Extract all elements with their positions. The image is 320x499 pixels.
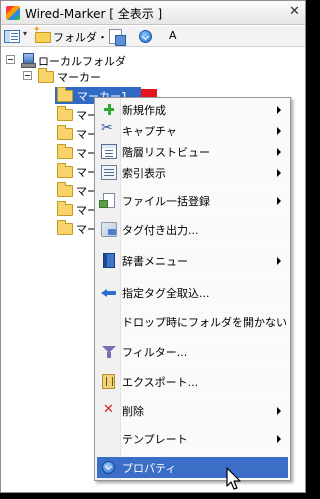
menu-separator: [123, 306, 288, 307]
tree-node-child[interactable]: マー: [1, 106, 101, 123]
tag-import-icon: [101, 285, 117, 300]
menu-item-label: キャプチャ: [122, 125, 177, 138]
wired-marker-logo-icon: [6, 6, 20, 20]
submenu-arrow-icon: [277, 148, 281, 156]
folder-menu-button[interactable]: フォルダ・: [53, 29, 108, 45]
tag-output-icon: [101, 222, 117, 237]
new-folder-icon[interactable]: [33, 25, 51, 43]
menu-item-export[interactable]: エクスポート...: [97, 371, 288, 392]
title-bar[interactable]: Wired-Marker [ 全表示 ] ✕: [1, 1, 305, 25]
tree-node-child[interactable]: マー: [1, 144, 101, 161]
menu-separator: [123, 214, 288, 215]
submenu-arrow-icon: [277, 257, 281, 265]
computer-icon: [21, 53, 36, 68]
menu-item-file-batch-register[interactable]: ファイル一括登録: [97, 190, 288, 211]
folder-icon: [57, 144, 73, 159]
folder-icon: [57, 201, 73, 216]
folder-icon: [57, 220, 73, 235]
menu-separator: [123, 244, 288, 245]
menu-separator: [123, 452, 288, 453]
tree-node-child[interactable]: マー: [1, 220, 101, 237]
menu-item-label: 削除: [122, 405, 144, 418]
folder-icon: [57, 87, 73, 102]
menu-item-filter[interactable]: フィルター...: [97, 341, 288, 362]
folder-icon: [57, 182, 73, 197]
submenu-arrow-icon: [277, 106, 281, 114]
plus-icon: [101, 102, 117, 117]
export-icon: [102, 374, 115, 389]
menu-item-label: 辞書メニュー: [122, 255, 188, 268]
menu-item-label: 新規作成: [122, 104, 166, 117]
menu-separator: [123, 186, 288, 187]
submenu-arrow-icon: [277, 169, 281, 177]
properties-icon: [102, 461, 115, 474]
document-icon[interactable]: [109, 29, 126, 46]
menu-item-index-view[interactable]: 索引表示: [97, 162, 288, 183]
menu-separator: [123, 366, 288, 367]
tree-node-child[interactable]: マー: [1, 163, 101, 180]
folder-icon: [57, 125, 73, 140]
mouse-cursor-icon: [226, 467, 241, 490]
tree-node-child[interactable]: マー: [1, 201, 101, 218]
collapse-icon[interactable]: [23, 71, 32, 80]
collapse-icon[interactable]: [6, 55, 15, 64]
tree-node-label: マーカー: [57, 71, 101, 84]
close-icon[interactable]: ✕: [289, 4, 300, 19]
folder-icon: [57, 106, 73, 121]
window-title: Wired-Marker [ 全表示 ]: [25, 7, 163, 21]
tree-node-label: ローカルフォルダ: [38, 55, 126, 68]
menu-separator: [123, 397, 288, 398]
menu-item-delete[interactable]: 削除: [97, 400, 288, 421]
tree-node-local-folder[interactable]: ローカルフォルダ: [1, 52, 301, 69]
dictionary-icon: [103, 253, 115, 268]
tree-node-child[interactable]: マー: [1, 182, 101, 199]
menu-item-properties[interactable]: プロパティ: [97, 457, 288, 478]
folder-icon: [57, 163, 73, 178]
menu-separator: [123, 336, 288, 337]
menu-item-label: 指定タグ全取込...: [122, 287, 210, 300]
folder-icon: [38, 68, 54, 83]
tree-list-icon: [101, 144, 117, 159]
toolbar-overflow-label[interactable]: A: [169, 29, 177, 42]
menu-item-tree-list-view[interactable]: 階層リストビュー: [97, 141, 288, 162]
menu-item-label: フィルター...: [122, 346, 188, 359]
menu-item-label: プロパティ: [122, 462, 177, 475]
properties-toolbar-icon[interactable]: [139, 30, 152, 43]
app-window: Wired-Marker [ 全表示 ] ✕ ▾ フォルダ・ A ローカルフォル…: [0, 0, 306, 493]
scissors-icon: [101, 120, 117, 138]
menu-item-label: ファイル一括登録: [122, 195, 210, 208]
submenu-arrow-icon: [277, 197, 281, 205]
tree-node-child[interactable]: マー: [1, 125, 101, 142]
menu-item-label: ドロップ時にフォルダを開かない: [122, 316, 287, 329]
menu-item-tagged-output[interactable]: タグ付き出力...: [97, 219, 288, 240]
tree-node-marker[interactable]: マーカー: [1, 68, 301, 85]
menu-item-label: タグ付き出力...: [122, 224, 199, 237]
menu-item-label: 索引表示: [122, 167, 166, 180]
view-layout-icon[interactable]: [4, 30, 20, 43]
menu-separator: [123, 275, 288, 276]
menu-item-new[interactable]: 新規作成: [97, 99, 288, 120]
menu-item-import-tags[interactable]: 指定タグ全取込...: [97, 282, 288, 303]
toolbar: ▾ フォルダ・ A: [1, 25, 305, 47]
index-icon: [101, 165, 117, 180]
menu-item-label: テンプレート: [122, 433, 188, 446]
menu-item-dictionary-menu[interactable]: 辞書メニュー: [97, 250, 288, 271]
filter-icon: [101, 344, 117, 359]
menu-item-capture[interactable]: キャプチャ: [97, 120, 288, 141]
submenu-arrow-icon: [277, 407, 281, 415]
menu-item-template[interactable]: テンプレート: [97, 428, 288, 449]
file-import-icon: [99, 193, 115, 208]
menu-item-no-open-on-drop[interactable]: ドロップ時にフォルダを開かない: [97, 311, 288, 332]
menu-item-label: エクスポート...: [122, 376, 199, 389]
submenu-arrow-icon: [277, 127, 281, 135]
view-dropdown-icon[interactable]: ▾: [23, 29, 27, 38]
menu-item-label: 階層リストビュー: [122, 146, 210, 159]
context-menu: 新規作成 キャプチャ 階層リストビュー 索引表示 ファイル一括登録 タグ付き出力: [94, 97, 291, 481]
submenu-arrow-icon: [277, 435, 281, 443]
delete-icon: [101, 402, 117, 418]
